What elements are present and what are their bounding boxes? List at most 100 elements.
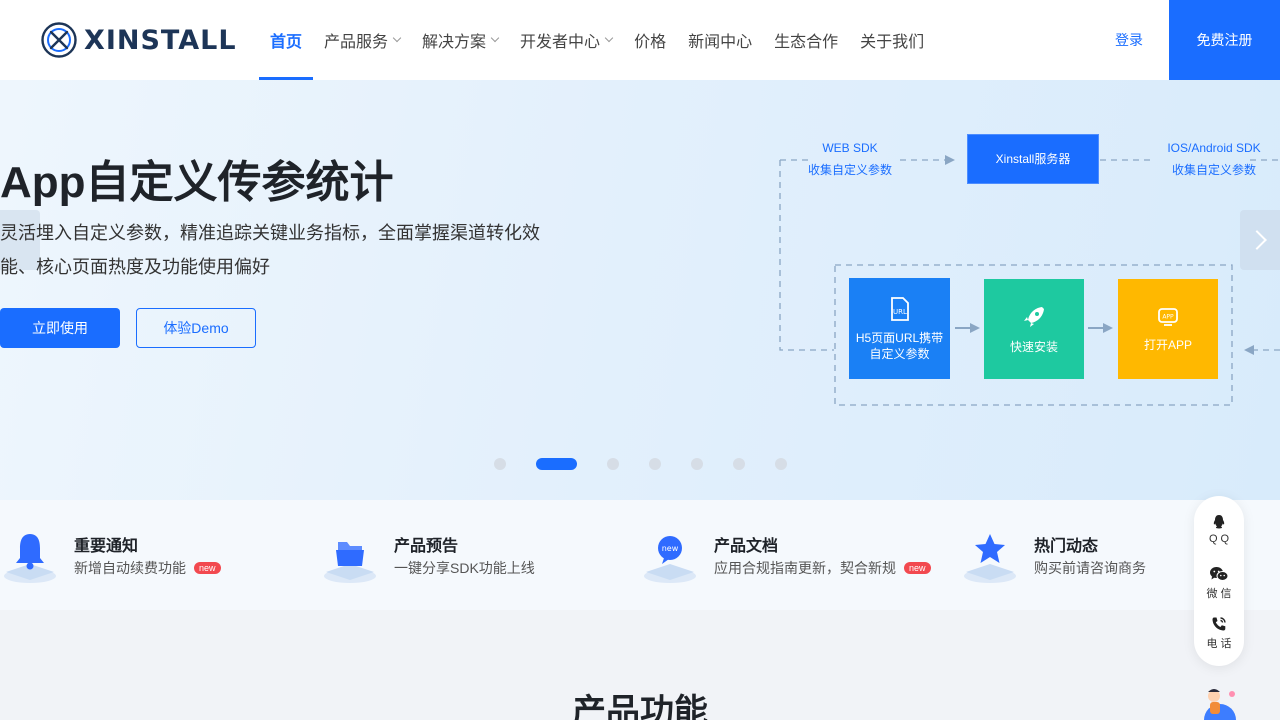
phone-icon xyxy=(1212,617,1226,631)
carousel-dot[interactable] xyxy=(733,458,745,470)
use-now-button[interactable]: 立即使用 xyxy=(0,308,120,348)
carousel-indicators xyxy=(0,458,1280,470)
carousel-dot[interactable] xyxy=(691,458,703,470)
nav-label: 产品服务 xyxy=(324,34,389,51)
web-sdk-label: WEB SDK 收集自定义参数 xyxy=(790,137,910,181)
web-sdk-title: WEB SDK xyxy=(822,141,878,155)
h5-url-label: H5页面URL携带 xyxy=(855,330,944,345)
contact-phone-label: 电话 xyxy=(1206,638,1235,650)
chevron-down-icon xyxy=(392,33,402,43)
nav-item-about[interactable]: 关于我们 xyxy=(849,0,935,80)
chevron-down-icon xyxy=(604,33,614,43)
new-badge: new xyxy=(904,562,931,574)
folder-icon xyxy=(324,542,376,583)
contact-wechat[interactable]: 微信 xyxy=(1194,566,1244,612)
nav-label: 价格 xyxy=(634,34,667,51)
nav-item-developers[interactable]: 开发者中心 xyxy=(509,0,623,80)
arrow-icon xyxy=(945,155,955,165)
h5-url-box: URL H5页面URL携带 自定义参数 xyxy=(849,278,950,379)
rocket-icon xyxy=(1024,307,1044,327)
hero-description-line: 灵活埋入自定义参数，精准追踪关键业务指标，全面掌握渠道转化效 xyxy=(0,223,540,243)
notice-description-text: 一键分享SDK功能上线 xyxy=(394,560,535,576)
svg-text:URL: URL xyxy=(893,308,907,316)
open-app-label: 打开APP xyxy=(1143,338,1192,352)
carousel-dot[interactable] xyxy=(607,458,619,470)
server-box: Xinstall服务器 xyxy=(967,134,1099,184)
brand-logo[interactable]: XINSTALL xyxy=(40,21,237,59)
notice-title: 产品文档 xyxy=(714,538,779,555)
notice-description: 购买前请咨询商务 xyxy=(1034,558,1146,578)
nav-item-home[interactable]: 首页 xyxy=(259,0,314,80)
url-file-icon: URL xyxy=(890,296,909,321)
notice-item[interactable]: 热门动态 购买前请咨询商务 xyxy=(960,500,1190,610)
h5-url-label: 自定义参数 xyxy=(869,346,930,361)
main-nav: 首页 产品服务 解决方案 开发者中心 价格 新闻中心 生态合作 关于我们 xyxy=(259,0,935,80)
qq-icon xyxy=(1213,515,1225,529)
login-link[interactable]: 登录 xyxy=(1098,0,1160,80)
flow-diagram: WEB SDK 收集自定义参数 Xinstall服务器 IOS/Android … xyxy=(770,128,1280,418)
nav-item-solutions[interactable]: 解决方案 xyxy=(411,0,509,80)
carousel-dot-active[interactable] xyxy=(536,458,577,470)
native-sdk-subtitle: 收集自定义参数 xyxy=(1171,163,1256,177)
notice-description-text: 应用合规指南更新，契合新规 xyxy=(714,560,896,576)
notice-title: 重要通知 xyxy=(74,538,139,555)
contact-float-bar: QQ 微信 电话 xyxy=(1194,496,1244,666)
quick-install-label: 快速安装 xyxy=(1009,340,1058,354)
hero-description: 灵活埋入自定义参数，精准追踪关键业务指标，全面掌握渠道转化效 能、核心页面热度及… xyxy=(0,216,550,284)
contact-qq-label: QQ xyxy=(1208,533,1233,545)
register-button[interactable]: 免费注册 xyxy=(1169,0,1280,80)
hero-description-line: 能、核心页面热度及功能使用偏好 xyxy=(0,257,270,277)
native-sdk-label: IOS/Android SDK 收集自定义参数 xyxy=(1154,137,1274,181)
bell-icon xyxy=(4,534,56,583)
chevron-down-icon xyxy=(490,33,500,43)
notice-description: 新增自动续费功能 new xyxy=(74,558,221,578)
nav-item-news[interactable]: 新闻中心 xyxy=(677,0,763,80)
app-icon: APP xyxy=(1158,308,1178,326)
product-features-title: 产品功能 xyxy=(572,693,708,720)
notice-description-text: 新增自动续费功能 xyxy=(74,560,186,576)
arrow-icon xyxy=(1244,345,1254,355)
notice-item[interactable]: 产品预告 一键分享SDK功能上线 xyxy=(320,500,620,610)
notice-description: 一键分享SDK功能上线 xyxy=(394,558,535,578)
nav-label: 新闻中心 xyxy=(688,34,753,51)
notice-item[interactable]: 重要通知 新增自动续费功能 new xyxy=(0,500,300,610)
quick-install-box: 快速安装 xyxy=(984,279,1084,379)
hero-carousel: App自定义传参统计 灵活埋入自定义参数，精准追踪关键业务指标，全面掌握渠道转化… xyxy=(0,80,1280,500)
notice-title: 热门动态 xyxy=(1034,538,1099,555)
hero-title: App自定义传参统计 xyxy=(0,158,394,207)
notice-title: 产品预告 xyxy=(394,538,459,555)
star-icon xyxy=(964,534,1016,583)
carousel-dot[interactable] xyxy=(775,458,787,470)
try-demo-button[interactable]: 体验Demo xyxy=(136,308,256,348)
svg-text:new: new xyxy=(662,544,679,553)
nav-item-pricing[interactable]: 价格 xyxy=(623,0,677,80)
wechat-icon xyxy=(1210,567,1229,581)
carousel-dot[interactable] xyxy=(649,458,661,470)
svg-text:APP: APP xyxy=(1162,314,1174,321)
notice-description: 应用合规指南更新，契合新规 new xyxy=(714,558,931,578)
nav-label: 开发者中心 xyxy=(520,34,601,51)
contact-qq[interactable]: QQ xyxy=(1194,514,1244,560)
new-badge: new xyxy=(194,562,221,574)
contact-phone[interactable]: 电话 xyxy=(1194,616,1244,662)
notice-item[interactable]: new 产品文档 应用合规指南更新，契合新规 new xyxy=(640,500,940,610)
open-app-box: APP 打开APP xyxy=(1118,279,1218,379)
carousel-dot[interactable] xyxy=(494,458,506,470)
mascot-icon xyxy=(1204,689,1236,720)
notice-bar: 重要通知 新增自动续费功能 new 产品预告 一键分享SDK功能上线 new 产… xyxy=(0,500,1280,610)
nav-item-products[interactable]: 产品服务 xyxy=(313,0,411,80)
xinstall-logo-icon xyxy=(41,22,77,58)
brand-name: XINSTALL xyxy=(84,24,237,56)
top-header: XINSTALL 首页 产品服务 解决方案 开发者中心 价格 新闻中心 生态合作… xyxy=(0,0,1280,80)
server-label: Xinstall服务器 xyxy=(995,152,1071,166)
doc-new-icon: new xyxy=(644,536,696,583)
nav-label: 首页 xyxy=(270,34,303,51)
native-sdk-title: IOS/Android SDK xyxy=(1167,141,1261,155)
nav-label: 生态合作 xyxy=(774,34,839,51)
nav-item-ecosystem[interactable]: 生态合作 xyxy=(763,0,849,80)
nav-label: 解决方案 xyxy=(422,34,487,51)
nav-label: 关于我们 xyxy=(860,34,925,51)
web-sdk-subtitle: 收集自定义参数 xyxy=(807,163,892,177)
contact-wechat-label: 微信 xyxy=(1206,588,1235,600)
notice-description-text: 购买前请咨询商务 xyxy=(1034,560,1146,576)
